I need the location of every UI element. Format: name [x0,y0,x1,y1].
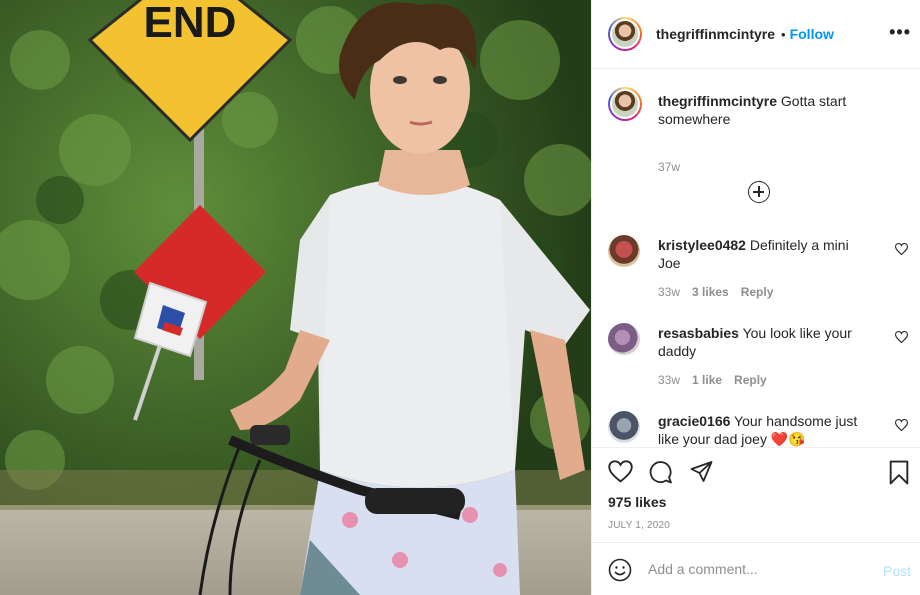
share-icon[interactable] [689,460,714,484]
post-actions: 975 likes JULY 1, 2020 [592,447,920,542]
comment-input[interactable] [648,557,868,581]
comment-likes[interactable]: 1 like [692,373,722,387]
reply-button[interactable]: Reply [734,373,767,387]
instagram-post: END thegriffinmcintyre • Follow ••• theg… [0,0,920,595]
comment-time[interactable]: 33w [658,373,680,387]
comment-username[interactable]: kristylee0482 [658,237,746,253]
comment-text: gracie0166 Your handsome just like your … [658,412,873,447]
comment-username[interactable]: gracie0166 [658,413,730,429]
plus-circle-icon[interactable] [748,181,770,203]
bookmark-icon[interactable] [888,460,910,485]
comment-meta: 33w 3 likes Reply [658,285,773,299]
add-comment-bar: Post [592,542,920,595]
heart-icon[interactable] [608,460,633,483]
caption-username[interactable]: thegriffinmcintyre [658,93,777,109]
sign-text: END [144,0,237,47]
post-photo[interactable]: END [0,0,591,595]
caption-avatar[interactable] [608,87,642,121]
comment-icon[interactable] [648,460,673,484]
comments-list[interactable]: thegriffinmcintyre Gotta start somewhere… [592,69,920,447]
post-image: END [0,0,591,595]
comment-avatar[interactable] [608,323,640,355]
more-options-icon[interactable]: ••• [889,22,911,43]
author-avatar[interactable] [608,17,642,51]
comment-text: resasbabies You look like your daddy [658,324,873,360]
comment-avatar[interactable] [608,235,640,267]
caption-time[interactable]: 37w [658,160,680,174]
post-header: thegriffinmcintyre • Follow ••• [592,0,920,69]
separator-dot: • [781,26,786,42]
post-comment-button[interactable]: Post [883,563,911,579]
follow-button[interactable]: Follow [790,26,834,42]
heart-icon[interactable] [895,243,908,255]
comment-avatar[interactable] [608,411,640,443]
comment-time[interactable]: 33w [658,285,680,299]
post-date[interactable]: JULY 1, 2020 [608,520,670,531]
heart-icon[interactable] [895,419,908,431]
comment-meta: 33w 1 like Reply [658,373,767,387]
post-sidebar: thegriffinmcintyre • Follow ••• thegriff… [591,0,920,595]
reply-button[interactable]: Reply [741,285,774,299]
heart-icon[interactable] [895,331,908,343]
likes-count[interactable]: 975 likes [608,494,666,510]
caption-text: thegriffinmcintyre Gotta start somewhere [658,92,890,128]
author-username[interactable]: thegriffinmcintyre [656,26,775,42]
comment-username[interactable]: resasbabies [658,325,739,341]
comment-likes[interactable]: 3 likes [692,285,729,299]
emoji-icon[interactable] [608,558,632,582]
comment-text: kristylee0482 Definitely a mini Joe [658,236,873,272]
